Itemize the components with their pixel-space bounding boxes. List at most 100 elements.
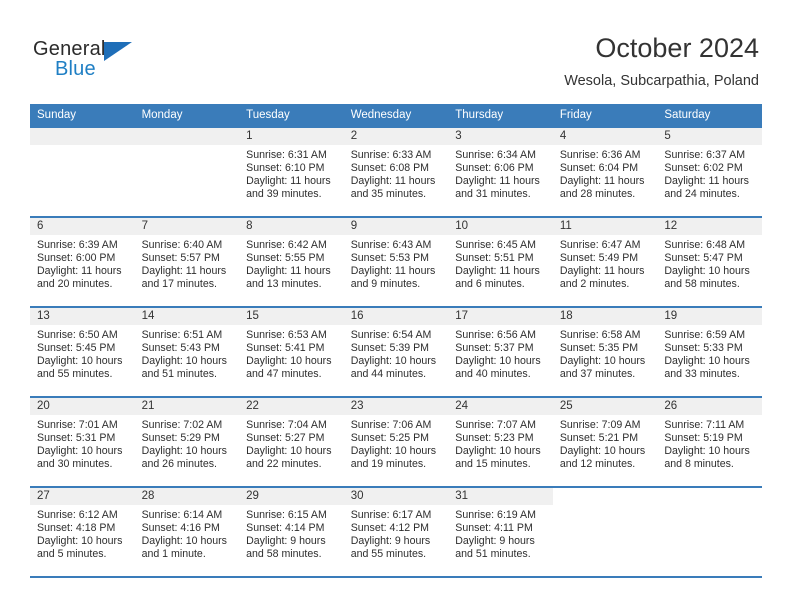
day-details: Sunrise: 6:34 AM Sunset: 6:06 PM Daylight:…	[448, 145, 553, 201]
calendar-cell-day: 15 Sunrise: 6:53 AM Sunset: 5:41 PM Dayligh…	[239, 308, 344, 396]
calendar-cell-day: 30 Sunrise: 6:17 AM Sunset: 4:12 PM Dayligh…	[343, 488, 449, 576]
sunset-text: Sunset: 6:10 PM	[246, 162, 325, 175]
day-number: 29	[239, 488, 344, 505]
calendar-cell[interactable]: 8 Sunrise: 6:42 AM Sunset: 5:55 PM Daylight…	[239, 216, 344, 307]
sunset-text: Sunset: 5:43 PM	[141, 342, 220, 355]
sunrise-text: Sunrise: 6:36 AM	[559, 149, 641, 161]
calendar-cell[interactable]: 11 Sunrise: 6:47 AM Sunset: 5:49 PM Dayligh…	[552, 216, 658, 307]
calendar-cell[interactable]: 13 Sunrise: 6:50 AM Sunset: 5:45 PM Dayligh…	[30, 306, 135, 397]
day-details: Sunrise: 6:14 AM Sunset: 4:16 PM Daylight:…	[135, 505, 240, 561]
sunset-text: Sunset: 5:53 PM	[350, 252, 430, 265]
calendar-cell-day: 20 Sunrise: 7:01 AM Sunset: 5:31 PM Dayligh…	[30, 398, 135, 486]
sunrise-text: Sunrise: 6:53 AM	[246, 329, 327, 341]
daylight-text: Daylight: 9 hours and 51 minutes.	[455, 535, 535, 561]
calendar-cell[interactable]: 17 Sunrise: 6:56 AM Sunset: 5:37 PM Dayligh…	[448, 306, 553, 397]
calendar-cell[interactable]	[552, 486, 658, 578]
sunrise-text: Sunrise: 6:51 AM	[141, 329, 223, 341]
calendar-cell[interactable]	[134, 126, 240, 217]
calendar-cell[interactable]: 6 Sunrise: 6:39 AM Sunset: 6:00 PM Daylight…	[30, 216, 135, 307]
day-details: Sunrise: 6:15 AM Sunset: 4:14 PM Daylight:…	[239, 505, 344, 561]
calendar-cell-empty	[657, 488, 762, 576]
sunrise-text: Sunrise: 6:39 AM	[37, 239, 118, 251]
calendar-cell[interactable]: 14 Sunrise: 6:51 AM Sunset: 5:43 PM Dayligh…	[134, 306, 240, 397]
sunset-text: Sunset: 4:16 PM	[141, 522, 220, 535]
calendar-cell-empty	[134, 128, 240, 216]
calendar-cell[interactable]: 31 Sunrise: 6:19 AM Sunset: 4:11 PM Dayligh…	[448, 486, 553, 578]
calendar-cell[interactable]: 5 Sunrise: 6:37 AM Sunset: 6:02 PM Daylight…	[657, 126, 762, 217]
calendar-cell[interactable]: 3 Sunrise: 6:34 AM Sunset: 6:06 PM Daylight…	[448, 126, 553, 217]
day-details: Sunrise: 6:39 AM Sunset: 6:00 PM Daylight:…	[30, 235, 135, 291]
day-details: Sunrise: 6:53 AM Sunset: 5:41 PM Daylight:…	[239, 325, 344, 381]
calendar-cell[interactable]: 10 Sunrise: 6:45 AM Sunset: 5:51 PM Dayligh…	[448, 216, 553, 307]
sunrise-text: Sunrise: 7:01 AM	[37, 419, 118, 431]
calendar-week-row: 6 Sunrise: 6:39 AM Sunset: 6:00 PM Daylight…	[30, 216, 762, 307]
sunrise-text: Sunrise: 7:04 AM	[246, 419, 327, 431]
calendar-cell-day: 6 Sunrise: 6:39 AM Sunset: 6:00 PM Daylight…	[30, 218, 135, 306]
calendar-cell[interactable]: 22 Sunrise: 7:04 AM Sunset: 5:27 PM Dayligh…	[239, 396, 344, 487]
calendar-cell[interactable]: 23 Sunrise: 7:06 AM Sunset: 5:25 PM Dayligh…	[343, 396, 449, 487]
sunrise-text: Sunrise: 6:19 AM	[455, 509, 536, 521]
calendar-cell[interactable]: 21 Sunrise: 7:02 AM Sunset: 5:29 PM Dayligh…	[134, 396, 240, 487]
calendar-cell[interactable]: 30 Sunrise: 6:17 AM Sunset: 4:12 PM Dayligh…	[343, 486, 449, 578]
day-number: 16	[343, 308, 449, 325]
calendar-cell[interactable]: 12 Sunrise: 6:48 AM Sunset: 5:47 PM Dayligh…	[657, 216, 762, 307]
calendar-cell-day: 7 Sunrise: 6:40 AM Sunset: 5:57 PM Daylight…	[134, 218, 240, 306]
day-number: 11	[552, 218, 658, 235]
sunrise-text: Sunrise: 6:15 AM	[246, 509, 327, 521]
calendar-cell[interactable]: 2 Sunrise: 6:33 AM Sunset: 6:08 PM Daylight…	[343, 126, 449, 217]
logo-triangle-icon	[104, 42, 132, 61]
calendar-cell-day: 12 Sunrise: 6:48 AM Sunset: 5:47 PM Dayligh…	[657, 218, 762, 306]
day-number: 24	[448, 398, 553, 415]
calendar-cell[interactable]: 9 Sunrise: 6:43 AM Sunset: 5:53 PM Daylight…	[343, 216, 449, 307]
calendar-cell[interactable]	[657, 486, 762, 578]
day-number: 30	[343, 488, 449, 505]
calendar-cell-day: 25 Sunrise: 7:09 AM Sunset: 5:21 PM Dayligh…	[552, 398, 658, 486]
daylight-text: Daylight: 10 hours and 37 minutes.	[559, 355, 646, 381]
day-details: Sunrise: 6:33 AM Sunset: 6:08 PM Daylight:…	[344, 145, 449, 201]
calendar-cell[interactable]	[30, 126, 135, 217]
calendar-cell[interactable]: 16 Sunrise: 6:54 AM Sunset: 5:39 PM Dayligh…	[343, 306, 449, 397]
calendar-table: Sunday Monday Tuesday Wednesday Thursday…	[30, 104, 762, 578]
sunrise-text: Sunrise: 7:11 AM	[664, 419, 745, 431]
day-details: Sunrise: 6:56 AM Sunset: 5:37 PM Daylight:…	[448, 325, 553, 381]
daylight-text: Daylight: 10 hours and 15 minutes.	[455, 445, 541, 471]
calendar-cell[interactable]: 4 Sunrise: 6:36 AM Sunset: 6:04 PM Daylight…	[552, 126, 658, 217]
page-subtitle: Wesola, Subcarpathia, Poland	[564, 73, 759, 89]
sunrise-text: Sunrise: 6:47 AM	[559, 239, 641, 251]
calendar-cell[interactable]: 15 Sunrise: 6:53 AM Sunset: 5:41 PM Dayligh…	[239, 306, 344, 397]
sunset-text: Sunset: 5:45 PM	[37, 342, 116, 355]
calendar-cell[interactable]: 1 Sunrise: 6:31 AM Sunset: 6:10 PM Daylight…	[239, 126, 344, 217]
calendar-cell-day: 23 Sunrise: 7:06 AM Sunset: 5:25 PM Dayligh…	[343, 398, 449, 486]
calendar-cell[interactable]: 26 Sunrise: 7:11 AM Sunset: 5:19 PM Dayligh…	[657, 396, 762, 487]
sunset-text: Sunset: 5:19 PM	[664, 432, 743, 445]
calendar-cell[interactable]: 29 Sunrise: 6:15 AM Sunset: 4:14 PM Dayligh…	[239, 486, 344, 578]
calendar-cell-day: 17 Sunrise: 6:56 AM Sunset: 5:37 PM Dayligh…	[448, 308, 553, 396]
day-number: 15	[239, 308, 344, 325]
day-number: 20	[30, 398, 135, 415]
calendar-cell[interactable]: 24 Sunrise: 7:07 AM Sunset: 5:23 PM Dayligh…	[448, 396, 553, 487]
day-details: Sunrise: 6:54 AM Sunset: 5:39 PM Daylight:…	[344, 325, 449, 381]
daylight-text: Daylight: 10 hours and 55 minutes.	[37, 355, 123, 381]
weekday-header-saturday: Saturday	[657, 104, 762, 127]
calendar-cell-day: 21 Sunrise: 7:02 AM Sunset: 5:29 PM Dayligh…	[134, 398, 240, 486]
sunset-text: Sunset: 5:29 PM	[141, 432, 220, 445]
calendar-cell[interactable]: 19 Sunrise: 6:59 AM Sunset: 5:33 PM Dayligh…	[657, 306, 762, 397]
sunset-text: Sunset: 4:11 PM	[455, 522, 533, 535]
calendar-cell[interactable]: 25 Sunrise: 7:09 AM Sunset: 5:21 PM Dayligh…	[552, 396, 658, 487]
calendar-cell[interactable]: 20 Sunrise: 7:01 AM Sunset: 5:31 PM Dayligh…	[30, 396, 135, 487]
sunset-text: Sunset: 5:33 PM	[664, 342, 743, 355]
calendar-cell[interactable]: 27 Sunrise: 6:12 AM Sunset: 4:18 PM Dayligh…	[30, 486, 135, 578]
calendar-cell-day: 8 Sunrise: 6:42 AM Sunset: 5:55 PM Daylight…	[239, 218, 344, 306]
day-details: Sunrise: 6:36 AM Sunset: 6:04 PM Daylight:…	[553, 145, 658, 201]
calendar-cell[interactable]: 7 Sunrise: 6:40 AM Sunset: 5:57 PM Daylight…	[134, 216, 240, 307]
page-header: General Blue October 2024 Wesola, Subcar…	[0, 0, 792, 101]
day-number: 21	[134, 398, 240, 415]
calendar-cell[interactable]: 28 Sunrise: 6:14 AM Sunset: 4:16 PM Dayligh…	[134, 486, 240, 578]
calendar-cell[interactable]: 18 Sunrise: 6:58 AM Sunset: 5:35 PM Dayligh…	[552, 306, 658, 397]
sunset-text: Sunset: 4:18 PM	[37, 522, 116, 535]
daylight-text: Daylight: 10 hours and 44 minutes.	[350, 355, 437, 381]
daylight-text: Daylight: 11 hours and 17 minutes.	[141, 265, 227, 291]
calendar-body: 1 Sunrise: 6:31 AM Sunset: 6:10 PM Daylight…	[30, 126, 762, 578]
calendar-cell-day: 28 Sunrise: 6:14 AM Sunset: 4:16 PM Dayligh…	[134, 488, 240, 576]
sunrise-text: Sunrise: 6:43 AM	[350, 239, 432, 251]
